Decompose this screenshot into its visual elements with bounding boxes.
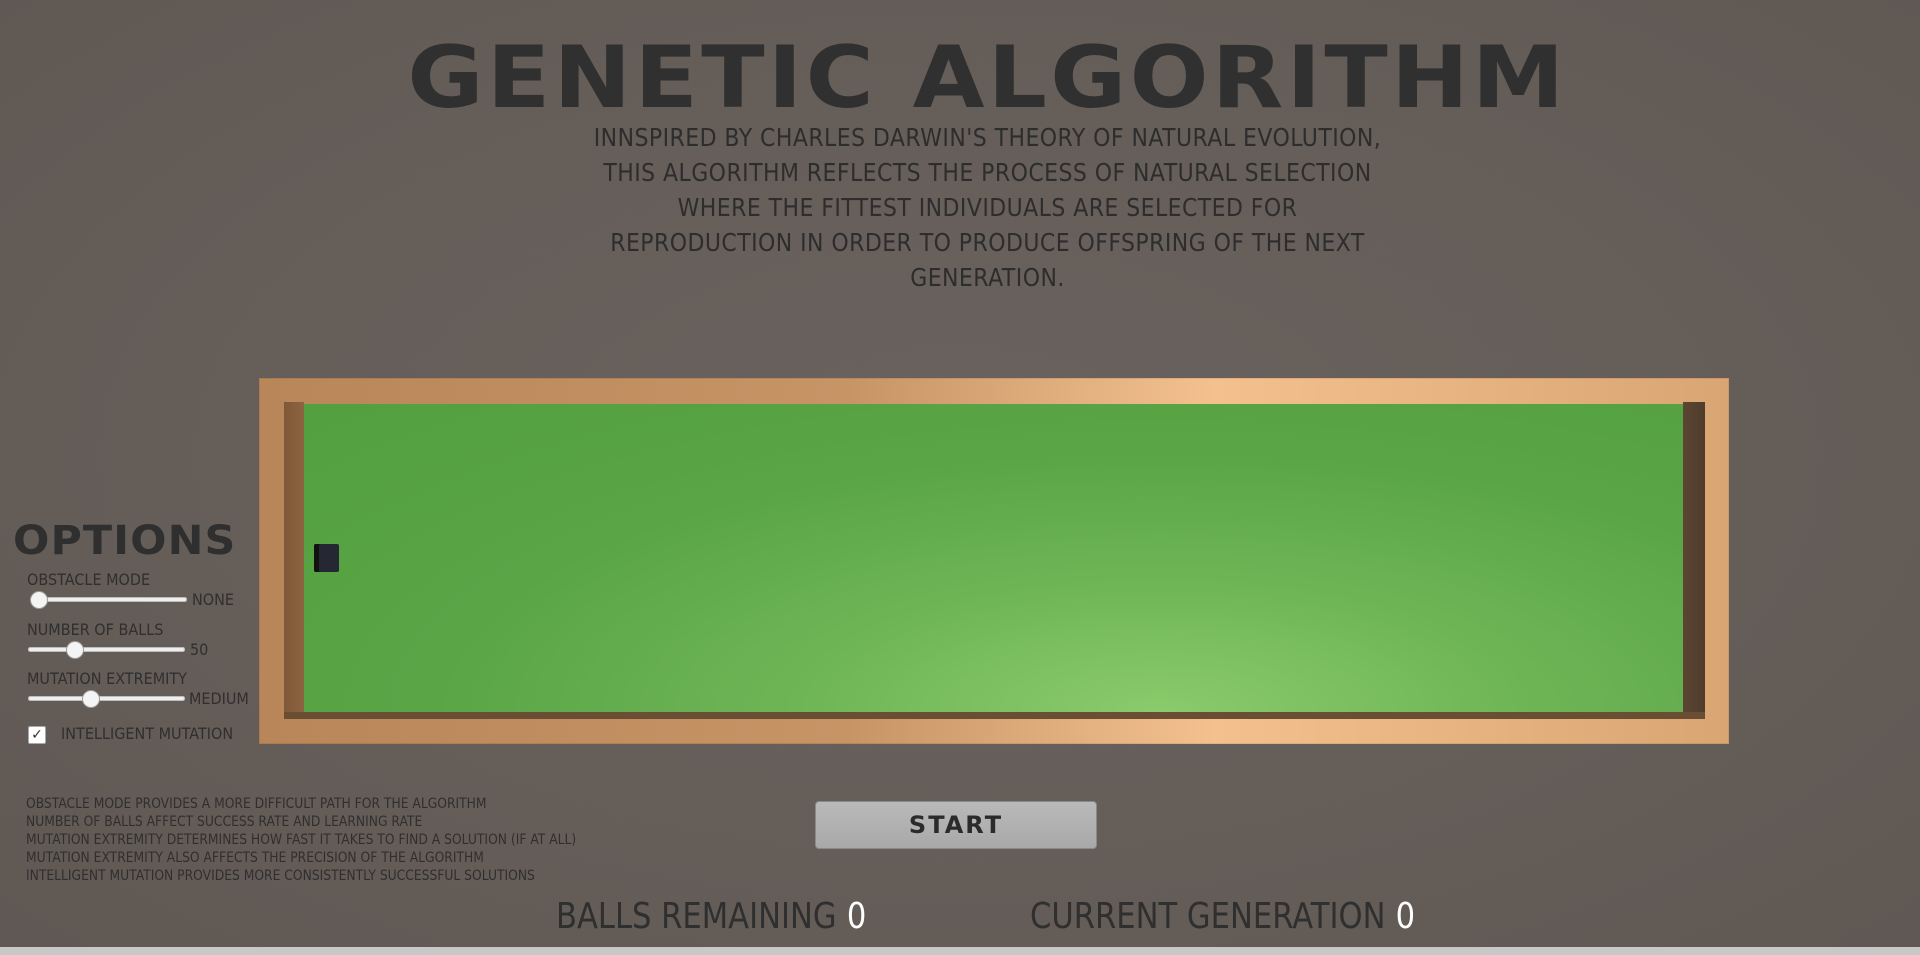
mutation-extremity-slider[interactable] [28, 690, 185, 708]
note-line: OBSTACLE MODE PROVIDES A MORE DIFFICULT … [26, 796, 487, 812]
obstacle-mode-value: NONE [192, 590, 234, 609]
number-of-balls-label: NUMBER OF BALLS [27, 620, 164, 639]
current-generation-stat: CURRENT GENERATION 0 [1030, 896, 1415, 937]
obstacle-mode-label: OBSTACLE MODE [27, 570, 151, 589]
description-text: INNSPIRED BY CHARLES DARWIN'S THEORY OF … [593, 123, 1382, 292]
number-of-balls-value: 50 [190, 640, 209, 659]
current-generation-label: CURRENT GENERATION [1030, 896, 1386, 937]
mutation-extremity-slider-thumb[interactable] [81, 690, 100, 708]
balls-remaining-value: 0 [846, 896, 867, 937]
arena-field [304, 404, 1683, 712]
arena-wall-right [1683, 402, 1705, 718]
intelligent-mutation-label: INTELLIGENT MUTATION [61, 724, 234, 743]
mutation-extremity-value: MEDIUM [189, 689, 249, 708]
note-line: NUMBER OF BALLS AFFECT SUCCESS RATE AND … [26, 814, 423, 830]
options-notes: OBSTACLE MODE PROVIDES A MORE DIFFICULT … [26, 795, 576, 885]
note-line: MUTATION EXTREMITY ALSO AFFECTS THE PREC… [26, 850, 484, 866]
number-of-balls-slider-thumb[interactable] [66, 641, 85, 659]
start-button[interactable]: START [815, 801, 1097, 849]
obstacle-mode-slider-thumb[interactable] [30, 591, 48, 609]
obstacle-mode-slider[interactable] [30, 591, 187, 609]
bottom-bar [0, 947, 1920, 955]
note-line: MUTATION EXTREMITY DETERMINES HOW FAST I… [26, 832, 577, 848]
balls-remaining-stat: BALLS REMAINING 0 [556, 896, 866, 937]
arena-wall-left [284, 402, 304, 718]
current-generation-value: 0 [1395, 896, 1416, 937]
options-title: OPTIONS [13, 518, 237, 564]
intelligent-mutation-checkbox[interactable]: ✓ [28, 726, 46, 744]
ball [314, 544, 339, 572]
note-line: INTELLIGENT MUTATION PROVIDES MORE CONSI… [26, 868, 535, 884]
balls-remaining-label: BALLS REMAINING [556, 896, 837, 937]
mutation-extremity-label: MUTATION EXTREMITY [27, 669, 187, 688]
number-of-balls-slider[interactable] [28, 641, 185, 659]
page-title: GENETIC ALGORITHM [407, 28, 1568, 128]
arena-wall-bottom [284, 712, 1705, 719]
